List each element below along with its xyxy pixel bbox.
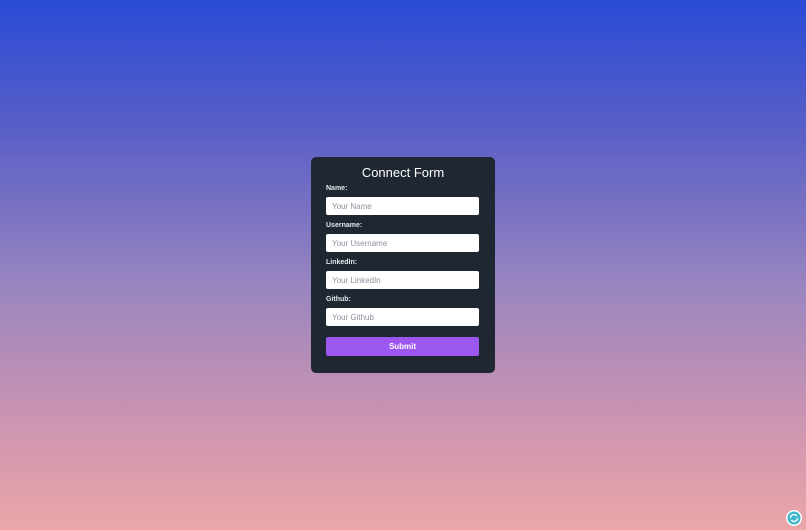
submit-button[interactable]: Submit — [326, 337, 479, 356]
linkedin-field-group: LinkedIn: — [326, 258, 480, 289]
username-label: Username: — [326, 222, 363, 229]
name-field-group: Name: — [326, 184, 480, 215]
refresh-icon[interactable] — [786, 510, 802, 526]
name-input[interactable] — [326, 197, 479, 215]
username-field-group: Username: — [326, 221, 480, 252]
github-input[interactable] — [326, 308, 479, 326]
username-input[interactable] — [326, 234, 479, 252]
linkedin-input[interactable] — [326, 271, 479, 289]
name-label: Name: — [326, 185, 348, 192]
github-label: Github: — [326, 296, 351, 303]
linkedin-label: LinkedIn: — [326, 259, 358, 266]
connect-form-card: Connect Form Name: Username: LinkedIn: G… — [311, 157, 495, 373]
github-field-group: Github: — [326, 295, 480, 326]
form-title: Connect Form — [361, 165, 445, 180]
